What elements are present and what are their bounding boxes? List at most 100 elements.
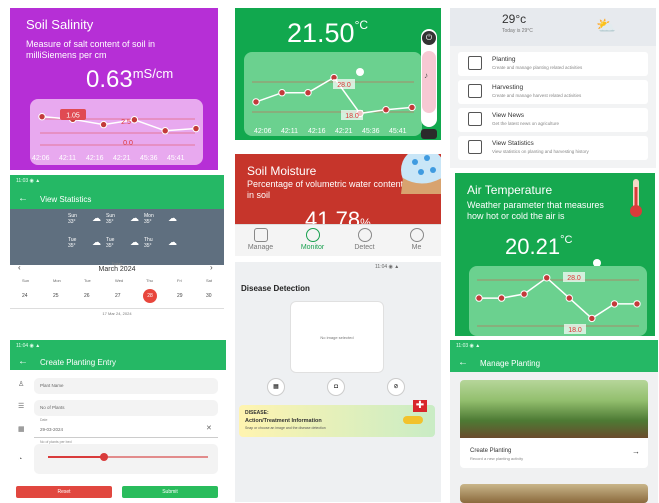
salinity-point — [161, 127, 169, 135]
salinity-tooltip-label: 1.05 — [66, 113, 80, 120]
month-title: March 2024 — [98, 266, 136, 273]
list-icon: ☰ — [18, 403, 25, 410]
air-temp-chart: 28.0 18.0 — [469, 266, 647, 336]
menu-planting[interactable]: Planting Create and manage planting rela… — [458, 52, 648, 76]
image-preview[interactable]: No image selected — [290, 301, 384, 373]
weekday-label: Mon — [53, 278, 61, 283]
plants-per-bed-slider[interactable] — [34, 444, 218, 474]
temperature-side-slider[interactable]: ⏻ ♪ — [421, 29, 437, 127]
gallery-icon[interactable]: ▦ — [267, 378, 285, 396]
air-temp-point — [543, 274, 551, 282]
temperature-point — [382, 106, 390, 114]
salinity-chart: 1.05 2.5 0.0 42:06 42:11 42:16 42:21 45:… — [30, 99, 203, 165]
soil-salinity-card[interactable]: Soil Salinity Measure of salt content of… — [10, 8, 218, 170]
plant-name-field[interactable]: Plant Name — [34, 378, 218, 394]
date-footer[interactable]: 17 Mar 24, 2024 — [10, 308, 224, 318]
air-temp-point — [497, 294, 506, 302]
date-cell[interactable]: 24 — [22, 293, 28, 299]
nav-detect[interactable]: Detect — [339, 225, 390, 256]
cloud-icon: ☁ — [168, 213, 177, 223]
sun-dot-icon — [356, 68, 364, 76]
slider-thumb[interactable] — [100, 453, 108, 461]
moisture-description: Percentage of volumetric water content i… — [247, 179, 404, 200]
create-planting-screen: 11:04 ◉ ▲ ← Create Planting Entry ♙ Plan… — [10, 340, 226, 500]
salinity-point — [130, 116, 139, 124]
magnifier-icon — [357, 228, 372, 242]
arrow-right-icon[interactable]: → — [632, 447, 640, 456]
air-temp-point — [610, 300, 619, 308]
time-label: 45:41 — [389, 128, 407, 135]
person-icon: ♙ — [18, 381, 25, 388]
menu-subtitle: Create and manage planting related activ… — [492, 65, 583, 70]
back-arrow-icon[interactable]: ← — [18, 193, 28, 204]
time-label: 45:36 — [140, 155, 158, 162]
air-temp-description: Weather parameter that measures how hot … — [467, 200, 604, 221]
nav-me[interactable]: Me — [391, 225, 441, 256]
cloud-icon: ☁ — [130, 213, 139, 223]
power-icon[interactable]: ⏻ — [422, 31, 436, 45]
date-cell[interactable]: 26 — [84, 293, 90, 299]
time-label: 42:21 — [335, 128, 353, 135]
salinity-point — [38, 112, 46, 121]
time-label: 42:16 — [86, 155, 104, 162]
page-title: Manage Planting — [480, 359, 541, 368]
seedling-photo — [460, 380, 648, 438]
temperature-monitor-card[interactable]: 21.50°C 28.0 18.0 42:06 42:11 42:16 42:2… — [235, 8, 441, 140]
nav-monitor[interactable]: Monitor — [287, 225, 338, 256]
date-cell[interactable]: 25 — [53, 293, 59, 299]
date-row: 24 25 26 27 28 29 30 — [10, 289, 224, 303]
back-arrow-icon[interactable]: ← — [18, 356, 28, 367]
weather-sub: Today is 29°C — [502, 28, 533, 34]
plant-count-field[interactable]: No of Plants — [34, 400, 218, 416]
gauge-icon: ◔ — [18, 456, 23, 463]
status-bar: 11:03 ◉ ▲ — [16, 178, 41, 184]
submit-button[interactable]: Submit — [122, 486, 218, 498]
reset-button[interactable]: Reset — [16, 486, 112, 498]
menu-title: Planting — [492, 56, 516, 63]
date-cell[interactable]: 30 — [206, 293, 212, 299]
time-label: 42:06 — [254, 128, 272, 135]
status-bar: 11:03 ◉ ▲ — [456, 343, 481, 349]
temperature-point — [408, 103, 416, 112]
clear-date-icon[interactable]: ✕ — [206, 424, 212, 432]
cloud-icon: ☁ — [130, 237, 139, 247]
menu-statistics[interactable]: View Statistics View statistics on plant… — [458, 136, 648, 160]
camera-icon[interactable]: ◘ — [327, 378, 345, 396]
air-temperature-card[interactable]: Air Temperature Weather parameter that m… — [455, 173, 655, 336]
nav-manage[interactable]: Manage — [235, 225, 286, 256]
back-arrow-icon[interactable]: ← — [458, 357, 468, 368]
clear-image-icon[interactable]: ⊘ — [387, 378, 405, 396]
salinity-title: Soil Salinity — [26, 17, 94, 32]
calendar-icon: ▦ — [18, 426, 25, 433]
card-title: Create Planting — [470, 448, 512, 454]
status-bar: 11:04 ◉ ▲ — [16, 343, 41, 349]
create-planting-card[interactable]: Create Planting Record a new planting ac… — [460, 438, 648, 468]
sickle-icon — [468, 84, 482, 98]
nav-label: Manage — [247, 244, 274, 251]
salinity-number: 0.63 — [86, 66, 133, 93]
moisture-title: Soil Moisture — [247, 164, 317, 178]
weather-day: Mon 35° ☁ — [144, 213, 194, 225]
weekday-label: Wed — [115, 278, 124, 283]
temp-high-label: 28.0 — [337, 82, 351, 89]
date-cell[interactable]: 27 — [115, 293, 121, 299]
weather-header: 29°c Today is 29°C ⛅ — [450, 8, 656, 46]
screenshot-icon[interactable] — [421, 129, 437, 139]
date-cell[interactable]: 29 — [177, 293, 183, 299]
air-temp-point — [633, 300, 641, 308]
app-bar: 11:04 ◉ ▲ ← Create Planting Entry — [10, 340, 226, 370]
slider-track[interactable] — [422, 51, 436, 113]
date-field[interactable]: 29-03-2024 — [34, 422, 218, 438]
temperature-unit: °C — [354, 18, 369, 32]
date-cell-selected[interactable]: 28 — [143, 289, 157, 303]
second-card-photo[interactable] — [460, 484, 648, 503]
time-label: 42:11 — [59, 155, 76, 162]
air-temp-number: 20.21 — [505, 234, 561, 259]
menu-title: View Statistics — [492, 140, 534, 147]
air-temp-point — [565, 294, 573, 302]
disease-detection-screen: 11:04 ◉ ▲ Disease Detection No image sel… — [235, 262, 441, 502]
app-bar: 11:03 ◉ ▲ ← View Statistics — [10, 175, 224, 209]
menu-harvesting[interactable]: Harvesting Create and manage harvest rel… — [458, 80, 648, 104]
page-title: View Statistics — [40, 195, 92, 204]
menu-news[interactable]: View News Get the latest news on agricul… — [458, 108, 648, 132]
